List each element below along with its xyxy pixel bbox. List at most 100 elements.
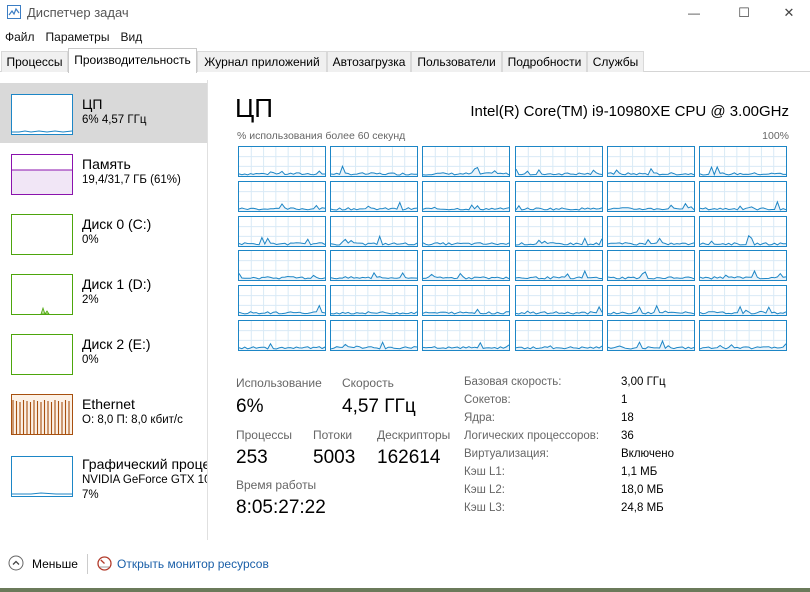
cpu-core-graph-17 bbox=[699, 215, 787, 247]
cpu-core-graph-28 bbox=[606, 285, 695, 317]
maximize-button[interactable]: ☐ bbox=[721, 0, 767, 26]
tab-users[interactable]: Пользователи bbox=[411, 51, 502, 72]
spec-label-logical-processors: Логических процессоров: bbox=[464, 430, 600, 442]
cpu-core-graph-25 bbox=[330, 285, 419, 317]
footer-divider bbox=[87, 554, 88, 574]
cpu-core-graph-9 bbox=[514, 180, 603, 212]
handles-value: 162614 bbox=[377, 447, 441, 468]
minimize-button[interactable]: — bbox=[671, 0, 717, 26]
cpu-core-graph-5 bbox=[699, 146, 787, 177]
cpu-core-graph-31 bbox=[330, 320, 419, 351]
close-button[interactable]: ✕ bbox=[766, 0, 810, 26]
cpu-core-graph-8 bbox=[422, 180, 511, 212]
fewer-details-label: Меньше bbox=[32, 557, 78, 571]
sidebar-item-disk0[interactable]: Диск 0 (C:) 0% bbox=[0, 203, 207, 263]
spec-label-l2-cache: Кэш L2: bbox=[464, 484, 505, 496]
sidebar-item-gpu[interactable]: Графический процессор 0 NVIDIA GeForce G… bbox=[0, 443, 207, 513]
desktop-strip bbox=[0, 588, 810, 592]
cpu-core-graph-15 bbox=[514, 215, 603, 247]
tab-details[interactable]: Подробности bbox=[502, 51, 587, 72]
processes-value: 253 bbox=[236, 447, 268, 468]
open-resource-monitor-label: Открыть монитор ресурсов bbox=[117, 557, 269, 571]
cpu-core-graph-34 bbox=[606, 320, 695, 351]
sidebar-value-memory: 19,4/31,7 ГБ (61%) bbox=[82, 174, 181, 186]
threads-value: 5003 bbox=[313, 447, 356, 468]
cpu-core-graph-14 bbox=[422, 215, 511, 247]
task-manager-window: Диспетчер задач — ☐ ✕ Файл Параметры Вид… bbox=[0, 0, 810, 592]
tab-services[interactable]: Службы bbox=[587, 51, 644, 72]
spec-label-sockets: Сокетов: bbox=[464, 394, 511, 406]
cpu-core-graph-21 bbox=[514, 250, 603, 282]
tab-processes[interactable]: Процессы bbox=[1, 51, 68, 72]
spec-label-base-speed: Базовая скорость: bbox=[464, 376, 562, 388]
sidebar-label-ethernet: Ethernet bbox=[82, 396, 135, 412]
menu-bar: Файл Параметры Вид bbox=[0, 28, 148, 46]
maximize-icon: ☐ bbox=[738, 5, 750, 20]
sidebar-item-disk1[interactable]: Диск 1 (D:) 2% bbox=[0, 263, 207, 323]
sidebar-item-memory[interactable]: Память 19,4/31,7 ГБ (61%) bbox=[0, 143, 207, 203]
spec-value-sockets: 1 bbox=[621, 394, 628, 406]
window-title: Диспетчер задач bbox=[27, 5, 129, 20]
handles-label: Дескрипторы bbox=[377, 428, 451, 442]
cpu-model-name: Intel(R) Core(TM) i9-10980XE CPU @ 3.00G… bbox=[470, 103, 789, 120]
sidebar-value-disk1: 2% bbox=[82, 294, 99, 306]
menu-file[interactable]: Файл bbox=[0, 28, 41, 46]
cpu-core-graph-6 bbox=[238, 180, 326, 212]
speed-label: Скорость bbox=[342, 376, 394, 390]
spec-value-cores: 18 bbox=[621, 412, 634, 424]
menu-view[interactable]: Вид bbox=[115, 28, 148, 46]
spec-label-virtualization: Виртуализация: bbox=[464, 448, 549, 460]
disk2-mini-graph bbox=[11, 334, 73, 375]
spec-value-logical-processors: 36 bbox=[621, 430, 634, 442]
tab-startup[interactable]: Автозагрузка bbox=[327, 51, 411, 72]
cpu-core-graph-35 bbox=[699, 320, 787, 351]
threads-label: Потоки bbox=[313, 428, 353, 442]
sidebar-value-gpu: NVIDIA GeForce GTX 1080 bbox=[82, 474, 207, 486]
cpu-core-graph-3 bbox=[514, 146, 603, 177]
cpu-core-graph-24 bbox=[238, 285, 326, 317]
tab-bar: Процессы Производительность Журнал прило… bbox=[0, 48, 810, 73]
sidebar-item-disk2[interactable]: Диск 2 (E:) 0% bbox=[0, 323, 207, 383]
resource-list: ЦП 6% 4,57 ГГц Память 19,4/31,7 ГБ (61%)… bbox=[0, 80, 208, 540]
sidebar-item-ethernet[interactable]: Ethernet О: 8,0 П: 8,0 кбит/с bbox=[0, 383, 207, 443]
disk1-mini-graph bbox=[11, 274, 73, 315]
title-bar: Диспетчер задач — ☐ ✕ bbox=[0, 0, 810, 26]
cpu-core-graph-1 bbox=[330, 146, 419, 177]
tab-app-history[interactable]: Журнал приложений bbox=[197, 51, 327, 72]
tab-performance[interactable]: Производительность bbox=[68, 48, 197, 73]
cpu-core-graph-30 bbox=[238, 320, 326, 351]
disk0-mini-graph bbox=[11, 214, 73, 255]
cpu-core-graph-33 bbox=[514, 320, 603, 351]
cpu-core-graph-7 bbox=[330, 180, 419, 212]
sidebar-item-cpu[interactable]: ЦП 6% 4,57 ГГц bbox=[0, 83, 207, 143]
cpu-core-graph-18 bbox=[238, 250, 326, 282]
cpu-core-graph-12 bbox=[238, 215, 326, 247]
spec-label-l3-cache: Кэш L3: bbox=[464, 502, 505, 514]
graph-caption: % использования более 60 секунд bbox=[237, 130, 406, 142]
cpu-mini-graph bbox=[11, 94, 73, 135]
chevron-up-circle-icon bbox=[8, 555, 24, 571]
close-icon: ✕ bbox=[783, 5, 795, 20]
cpu-core-graph-20 bbox=[422, 250, 511, 282]
spec-value-l1-cache: 1,1 МБ bbox=[621, 466, 658, 478]
menu-options[interactable]: Параметры bbox=[41, 28, 116, 46]
cpu-core-graph-29 bbox=[699, 285, 787, 317]
usage-label: Использование bbox=[236, 376, 322, 390]
sidebar-value-disk2: 0% bbox=[82, 354, 99, 366]
cpu-core-graph-32 bbox=[422, 320, 511, 351]
uptime-label: Время работы bbox=[236, 478, 317, 492]
spec-label-l1-cache: Кэш L1: bbox=[464, 466, 505, 478]
cpu-core-graph-13 bbox=[330, 215, 419, 247]
ethernet-mini-graph bbox=[11, 394, 73, 435]
cpu-core-graph-16 bbox=[606, 215, 695, 247]
cpu-core-graph-2 bbox=[422, 146, 511, 177]
speed-value: 4,57 ГГц bbox=[342, 396, 416, 417]
spec-value-virtualization: Включено bbox=[621, 448, 675, 460]
graph-max-label: 100% bbox=[762, 130, 789, 142]
cpu-core-graph-10 bbox=[606, 180, 695, 212]
sidebar-label-disk0: Диск 0 (C:) bbox=[82, 216, 152, 232]
spec-value-l2-cache: 18,0 МБ bbox=[621, 484, 664, 496]
minimize-icon: — bbox=[688, 6, 700, 20]
resource-monitor-icon bbox=[97, 556, 112, 571]
sidebar-value-cpu: 6% 4,57 ГГц bbox=[82, 114, 147, 126]
